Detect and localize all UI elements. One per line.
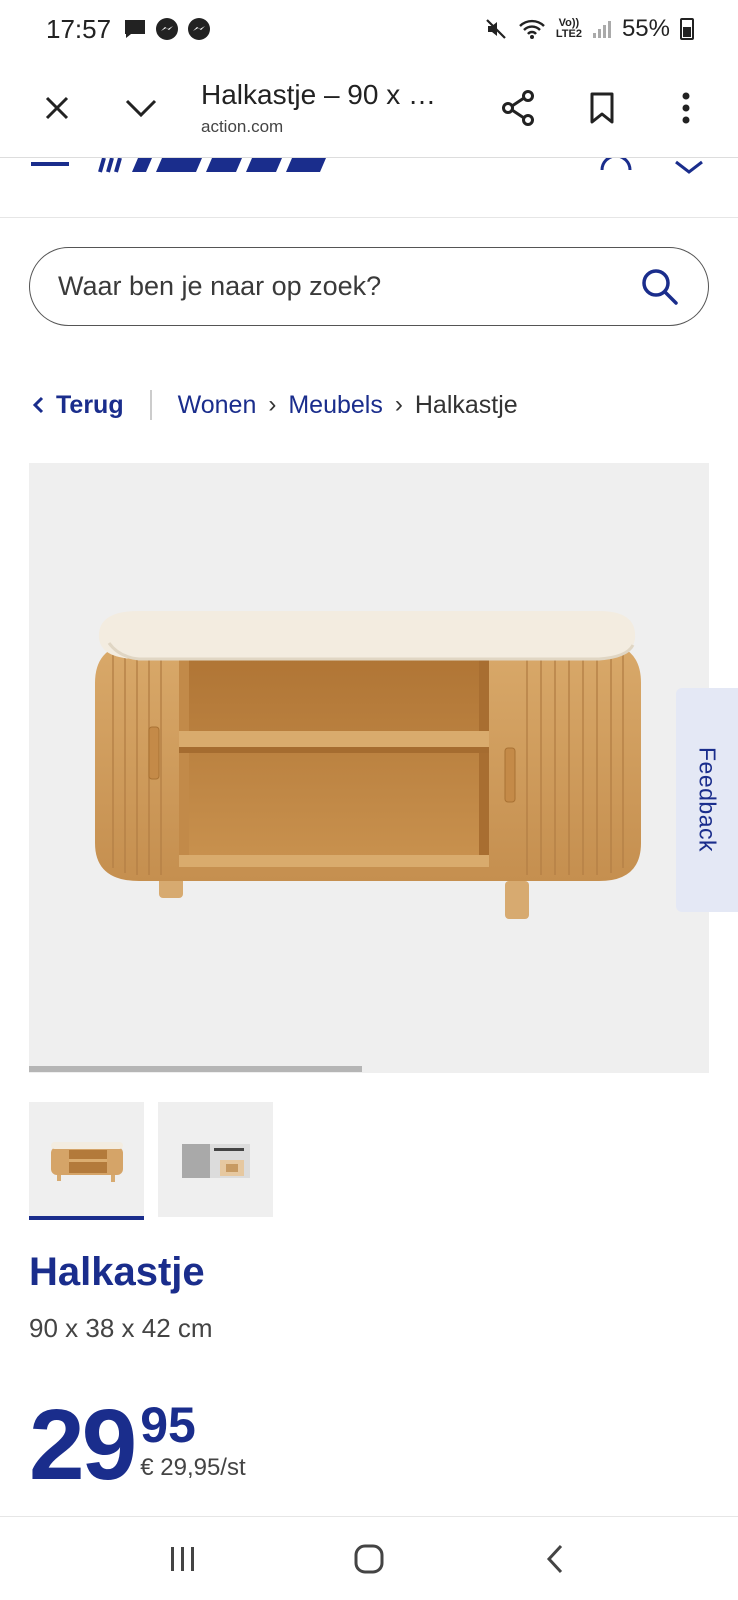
wifi-icon <box>519 19 545 39</box>
product-dimensions: 90 x 38 x 42 cm <box>29 1313 213 1343</box>
close-icon <box>45 96 69 119</box>
back-icon <box>546 1544 563 1573</box>
carousel-progress-fill <box>29 1066 363 1072</box>
search-input[interactable]: Waar ben je naar op zoek? <box>29 247 709 326</box>
breadcrumb-divider <box>149 390 152 420</box>
message-icon <box>125 20 146 38</box>
minimize-button[interactable] <box>111 78 171 138</box>
tab-title-area: Halkastje – 90 x 38 x 42 cm action.com <box>201 79 488 137</box>
product-price: 29 95 € 29,95/st <box>29 1389 246 1501</box>
volte-indicator: Vo)) LTE2 <box>556 18 582 40</box>
thumbnail-2[interactable] <box>158 1102 273 1217</box>
breadcrumb: Terug Wonen › Meubels › Halkastje <box>32 390 518 420</box>
status-time: 17:57 <box>46 13 112 44</box>
notification-icons <box>123 17 211 41</box>
chevron-left-icon <box>32 396 44 414</box>
chevron-right-icon: › <box>268 391 277 418</box>
mute-icon <box>486 19 506 39</box>
chevron-down-icon[interactable] <box>674 160 704 174</box>
price-euros: 29 <box>29 1389 137 1501</box>
chevron-right-icon: › <box>394 391 403 418</box>
bookmark-icon <box>590 92 614 123</box>
logo-stripes-icon <box>98 158 122 173</box>
back-label: Terug <box>56 390 124 419</box>
tab-url: action.com <box>201 116 284 136</box>
menu-icon[interactable] <box>31 160 69 170</box>
home-icon <box>354 1544 384 1573</box>
messenger-icon <box>188 18 211 40</box>
browser-tab-bar: Halkastje – 90 x 38 x 42 cm action.com <box>0 58 738 158</box>
bookmark-button[interactable] <box>572 78 632 138</box>
status-right: Vo)) LTE2 55% <box>484 15 694 43</box>
unit-price: € 29,95/st <box>140 1454 246 1481</box>
more-options-button[interactable] <box>656 78 716 138</box>
system-nav-bar <box>0 1516 738 1600</box>
product-image-carousel[interactable] <box>29 463 709 1073</box>
breadcrumb-current: Halkastje <box>414 390 518 419</box>
share-icon <box>502 89 534 126</box>
share-button[interactable] <box>488 78 548 138</box>
product-image <box>95 611 641 919</box>
thumbnail-packaging-image <box>181 1143 250 1178</box>
home-button[interactable] <box>339 1529 399 1589</box>
messenger-icon <box>156 18 179 40</box>
chevron-down-icon <box>125 99 157 117</box>
battery-percent: 55% <box>621 15 670 42</box>
back-link[interactable]: Terug <box>32 391 124 420</box>
close-button[interactable] <box>27 78 87 138</box>
network-label: LTE2 <box>555 28 582 40</box>
price-cents: 95 <box>140 1397 196 1453</box>
thumbnail-1[interactable] <box>29 1102 144 1220</box>
thumbnail-image <box>50 1141 123 1182</box>
action-logo-icon[interactable] <box>128 158 328 174</box>
product-title: Halkastje <box>29 1250 205 1294</box>
account-icon[interactable] <box>600 158 632 172</box>
signal-icon <box>592 21 611 38</box>
feedback-label: Feedback <box>694 747 721 853</box>
battery-icon <box>680 18 694 40</box>
search-placeholder: Waar ben je naar op zoek? <box>58 271 382 301</box>
recent-apps-button[interactable] <box>153 1529 213 1589</box>
status-bar: 17:57 Vo)) LTE2 55% <box>0 0 738 58</box>
tab-title: Halkastje – 90 x 38 x 42 cm <box>201 78 441 110</box>
carousel-progress <box>29 1066 709 1072</box>
price-cents-group: 95 € 29,95/st <box>140 1400 245 1482</box>
site-header <box>0 158 738 218</box>
more-vert-icon <box>682 92 690 123</box>
back-button[interactable] <box>525 1529 585 1589</box>
breadcrumb-item-meubels[interactable]: Meubels <box>288 391 383 420</box>
search-icon[interactable] <box>640 267 680 307</box>
breadcrumb-item-wonen[interactable]: Wonen <box>178 391 257 420</box>
thumbnail-strip <box>29 1102 273 1220</box>
recent-apps-icon <box>171 1546 194 1571</box>
feedback-tab[interactable]: Feedback <box>676 688 738 912</box>
